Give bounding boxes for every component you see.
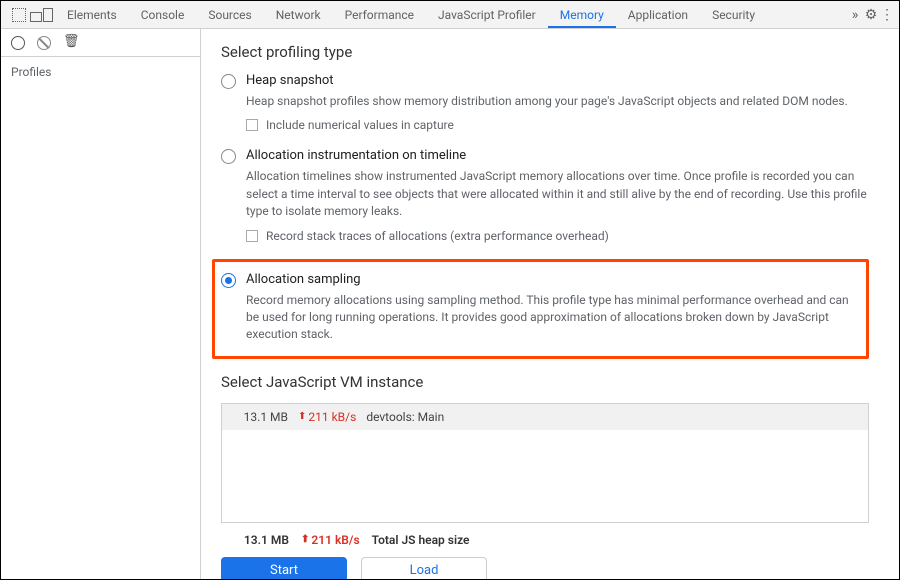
arrow-up-icon: ⬆ [298,411,306,422]
inspect-element-icon[interactable] [11,7,27,23]
vm-instance-row[interactable]: 13.1 MB ⬆211 kB/s devtools: Main [222,404,868,430]
vm-rate: ⬆211 kB/s [298,410,356,424]
tab-application[interactable]: Application [616,2,700,28]
memory-main-pane: Select profiling type Heap snapshot Heap… [201,29,899,579]
radio-icon[interactable] [221,149,236,164]
option-allocation-sampling[interactable]: Allocation sampling [221,272,856,288]
subcheck-label: Include numerical values in capture [266,118,454,132]
radio-icon[interactable] [221,273,236,288]
checkbox-icon[interactable] [246,230,258,242]
vm-name: devtools: Main [366,410,444,424]
checkbox-icon[interactable] [246,119,258,131]
tab-memory[interactable]: Memory [548,2,616,28]
option-desc: Heap snapshot profiles show memory distr… [246,93,869,110]
vm-instance-list[interactable]: 13.1 MB ⬆211 kB/s devtools: Main [221,403,869,523]
heap-footer-stats: 13.1 MB ⬆211 kB/s Total JS heap size [221,523,869,555]
option-title: Allocation sampling [246,272,361,287]
arrow-up-icon: ⬆ [301,534,309,545]
subcheck-label: Record stack traces of allocations (extr… [266,229,609,243]
start-button[interactable]: Start [221,557,347,579]
tab-security[interactable]: Security [700,2,767,28]
option-title: Allocation instrumentation on timeline [246,148,466,163]
radio-icon[interactable] [221,74,236,89]
heap-subcheck[interactable]: Include numerical values in capture [246,118,869,132]
profiles-sidebar: Profiles [1,29,201,579]
load-button[interactable]: Load [361,557,487,579]
footer-rate: ⬆211 kB/s [301,533,360,547]
more-tabs-icon[interactable] [847,7,863,23]
profiling-type-title: Select profiling type [221,43,869,61]
footer-total-label: Total JS heap size [372,533,470,547]
tab-console[interactable]: Console [129,2,197,28]
option-desc: Allocation timelines show instrumented J… [246,168,869,220]
allocation-sampling-highlight: Allocation sampling Record memory alloca… [212,259,869,359]
devtools-tabbar: Elements Console Sources Network Perform… [1,1,899,29]
tab-performance[interactable]: Performance [333,2,426,28]
menu-icon[interactable] [879,7,895,23]
delete-icon[interactable] [63,36,77,50]
tab-elements[interactable]: Elements [55,2,129,28]
timeline-subcheck[interactable]: Record stack traces of allocations (extr… [246,229,869,243]
tab-js-profiler[interactable]: JavaScript Profiler [426,2,548,28]
vm-instance-title: Select JavaScript VM instance [221,373,869,391]
option-allocation-timeline[interactable]: Allocation instrumentation on timeline [221,148,869,164]
action-buttons-row: Start Load [221,555,869,579]
option-desc: Record memory allocations using sampling… [246,292,856,344]
record-icon[interactable] [11,36,25,50]
tab-sources[interactable]: Sources [196,2,263,28]
settings-icon[interactable] [863,7,879,23]
option-heap-snapshot[interactable]: Heap snapshot [221,73,869,89]
tab-network[interactable]: Network [264,2,333,28]
profiles-heading: Profiles [1,57,200,87]
footer-size: 13.1 MB [235,533,289,547]
device-toggle-icon[interactable] [33,7,49,23]
profiles-toolbar [1,29,200,57]
option-title: Heap snapshot [246,73,334,88]
vm-size: 13.1 MB [234,410,288,424]
clear-icon[interactable] [37,36,51,50]
